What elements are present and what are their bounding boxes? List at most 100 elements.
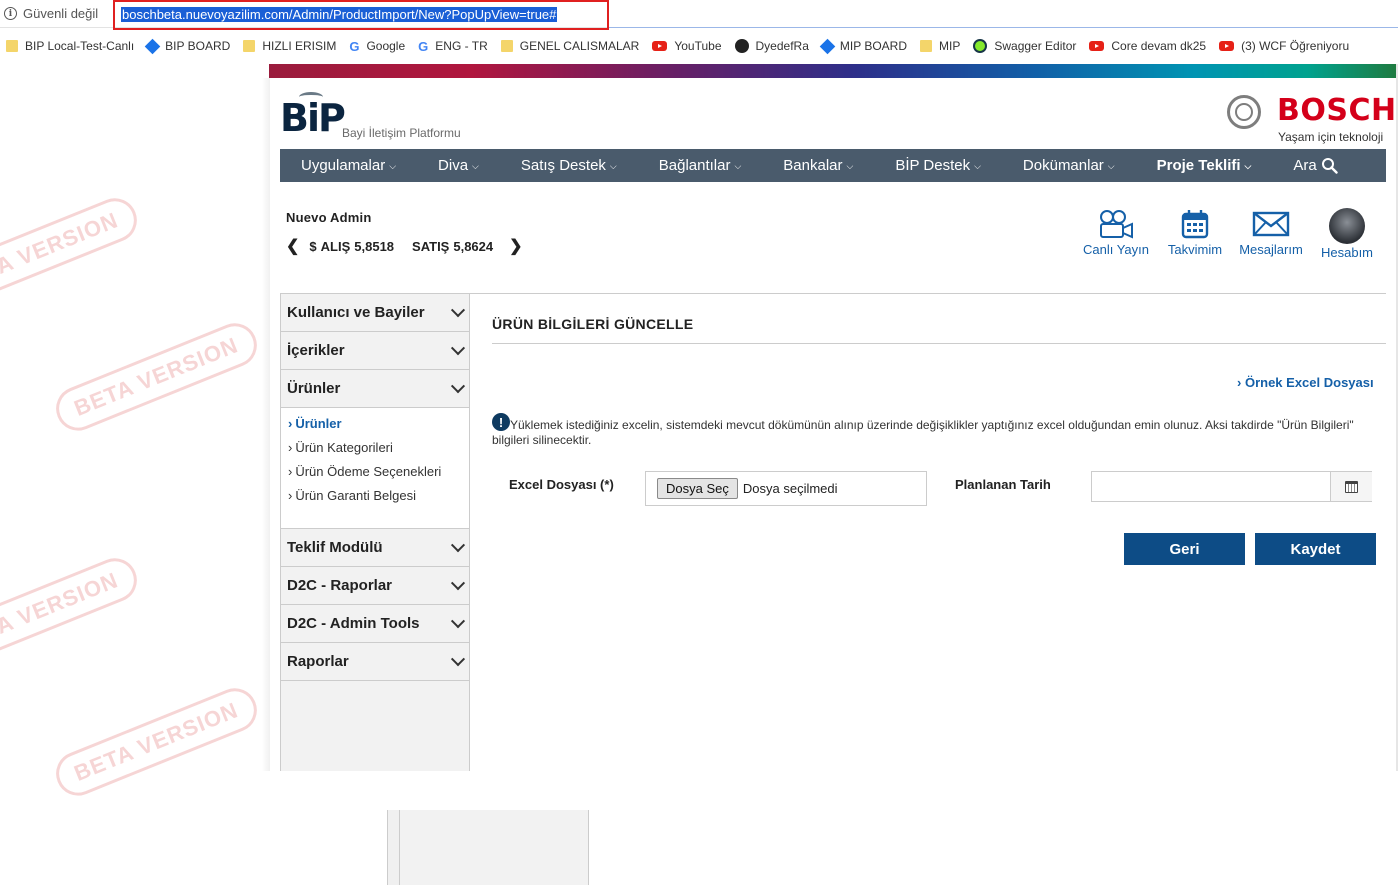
- envelope-icon: [1252, 211, 1290, 237]
- bip-logo[interactable]: BiP: [280, 96, 346, 140]
- sidebar-section-teklif-modulu[interactable]: Teklif Modülü: [281, 529, 469, 567]
- bookmark-item[interactable]: G Google: [343, 39, 412, 54]
- google-icon: G: [349, 38, 360, 54]
- bookmark-item[interactable]: YouTube: [646, 39, 728, 53]
- nav-label: Bağlantılar: [658, 157, 731, 174]
- beta-watermark: BETA VERSION: [0, 551, 144, 673]
- chevron-right-icon: ›: [288, 464, 293, 479]
- date-picker-button[interactable]: [1330, 472, 1372, 501]
- chevron-right-icon[interactable]: ❯: [509, 236, 522, 256]
- sell-label: SATIŞ: [412, 238, 450, 254]
- sidebar-section-label: D2C - Admin Tools: [287, 615, 420, 632]
- url-field[interactable]: boschbeta.nuevoyazilim.com/Admin/Product…: [113, 0, 609, 30]
- bookmark-item[interactable]: (3) WCF Öğreniyoru: [1213, 39, 1356, 53]
- github-icon: [734, 39, 749, 53]
- nav-item-baglantilar[interactable]: Bağlantılar ⌵: [638, 157, 763, 174]
- nav-item-satis-destek[interactable]: Satış Destek ⌵: [500, 157, 638, 174]
- exclamation-icon: !: [492, 413, 510, 431]
- back-button[interactable]: Geri: [1124, 533, 1245, 565]
- bosch-logo: BOSCH: [1277, 93, 1397, 128]
- nav-label: Satış Destek: [520, 157, 606, 174]
- chevron-down-icon: ⌵: [1244, 161, 1252, 171]
- sidebar-section-label: Teklif Modülü: [287, 539, 383, 556]
- messages-button[interactable]: Mesajlarım: [1237, 208, 1305, 257]
- bookmark-label: ENG - TR: [435, 39, 488, 53]
- chevron-left-icon[interactable]: ❮: [286, 236, 299, 256]
- account-button[interactable]: Hesabım: [1318, 208, 1376, 260]
- calendar-button[interactable]: Takvimim: [1166, 208, 1224, 257]
- sidebar-item-urun-kategorileri[interactable]: › Ürün Kategorileri: [288, 439, 469, 463]
- example-excel-link[interactable]: › Örnek Excel Dosyası: [1237, 375, 1374, 390]
- bookmark-label: GENEL CALISMALAR: [519, 39, 640, 53]
- video-camera-icon: [1100, 210, 1133, 239]
- bookmark-label: BIP BOARD: [165, 39, 231, 53]
- chevron-down-icon: [450, 537, 466, 552]
- bookmark-item[interactable]: DyedefRa: [729, 39, 816, 53]
- live-stream-button[interactable]: Canlı Yayın: [1082, 208, 1150, 257]
- chevron-right-icon: ›: [288, 440, 293, 455]
- chevron-down-icon: [450, 378, 466, 393]
- nav-label: Uygulamalar: [301, 157, 386, 174]
- sidebar-item-urun-odeme-secenekleri[interactable]: › Ürün Ödeme Seçenekleri: [288, 463, 469, 487]
- sidebar-item-urunler[interactable]: › Ürünler: [288, 415, 469, 439]
- beta-watermark: BETA VERSION: [49, 316, 264, 438]
- folder-icon: [500, 40, 513, 52]
- save-button[interactable]: Kaydet: [1255, 533, 1376, 565]
- youtube-icon: [652, 41, 668, 51]
- file-upload-field[interactable]: Dosya Seç Dosya seçilmedi: [645, 471, 927, 506]
- bookmark-item[interactable]: Core devam dk25: [1083, 39, 1213, 53]
- url-text[interactable]: boschbeta.nuevoyazilim.com/Admin/Product…: [121, 7, 558, 22]
- bookmark-item[interactable]: MIP BOARD: [816, 38, 914, 54]
- avatar: [1329, 208, 1365, 244]
- bookmark-label: (3) WCF Öğreniyoru: [1241, 39, 1350, 53]
- bookmark-item[interactable]: HIZLI ERISIM: [237, 39, 343, 53]
- chevron-down-icon: ⌵: [974, 161, 981, 171]
- sidebar-section-icerikler[interactable]: İçerikler: [281, 332, 469, 370]
- sidebar-overflow: [399, 810, 588, 885]
- nav-label: Bankalar: [783, 157, 843, 174]
- chevron-down-icon: [450, 302, 466, 317]
- security-indicator[interactable]: i Güvenli değil: [4, 6, 98, 21]
- nav-item-bip-destek[interactable]: BİP Destek ⌵: [874, 157, 1002, 174]
- nav-item-dokumanlar[interactable]: Dokümanlar ⌵: [1002, 157, 1136, 174]
- sidebar-section-d2c-admin-tools[interactable]: D2C - Admin Tools: [281, 605, 469, 643]
- bookmark-label: MIP: [939, 39, 961, 53]
- nav-item-uygulamalar[interactable]: Uygulamalar ⌵: [280, 157, 417, 174]
- sidebar-section-label: Ürünler: [287, 380, 341, 397]
- bookmark-item[interactable]: GENEL CALISMALAR: [495, 39, 647, 53]
- sidebar-section-label: Raporlar: [287, 653, 349, 670]
- nav-item-proje-teklifi[interactable]: Proje Teklifi ⌵: [1136, 157, 1273, 174]
- nav-item-ara[interactable]: Ara: [1272, 157, 1358, 174]
- sidebar-item-label: Ürün Kategorileri: [295, 440, 393, 455]
- diamond-icon: [819, 38, 836, 54]
- sidebar-section-urunler[interactable]: Ürünler: [281, 370, 469, 408]
- calendar-label: Takvimim: [1167, 242, 1223, 257]
- nav-item-diva[interactable]: Diva ⌵: [417, 157, 500, 174]
- sell-rate: 5,8624: [453, 238, 494, 254]
- chevron-down-icon: ⌵: [734, 161, 742, 171]
- bookmark-item[interactable]: Swagger Editor: [967, 39, 1083, 53]
- sidebar-section-kullanici-bayiler[interactable]: Kullanıcı ve Bayiler: [281, 294, 469, 332]
- chevron-right-icon: ›: [288, 488, 293, 503]
- beta-watermark: BETA VERSION: [49, 681, 264, 803]
- bookmarks-bar: BIP Local-Test-Canlı BIP BOARD HIZLI ERI…: [0, 32, 1398, 60]
- nav-item-bankalar[interactable]: Bankalar ⌵: [762, 157, 874, 174]
- bookmark-item[interactable]: G ENG - TR: [412, 39, 495, 54]
- choose-file-button[interactable]: Dosya Seç: [657, 478, 738, 499]
- bookmark-item[interactable]: BIP BOARD: [141, 38, 237, 54]
- bosch-tagline: Yaşam için teknoloji: [1278, 130, 1384, 144]
- bookmark-item[interactable]: BIP Local-Test-Canlı: [0, 39, 141, 53]
- nav-label: Proje Teklifi: [1156, 157, 1241, 174]
- page-title: ÜRÜN BİLGİLERİ GÜNCELLE: [492, 316, 694, 332]
- sidebar-item-urun-garanti-belgesi[interactable]: › Ürün Garanti Belgesi: [288, 487, 469, 511]
- bookmark-label: Swagger Editor: [994, 39, 1077, 53]
- bookmark-item[interactable]: MIP: [914, 39, 967, 53]
- main-nav: Uygulamalar ⌵ Diva ⌵ Satış Destek ⌵ Bağlant…: [280, 149, 1386, 182]
- sidebar-section-raporlar[interactable]: Raporlar: [281, 643, 469, 681]
- nav-label: BİP Destek: [895, 157, 971, 174]
- chevron-right-icon: ›: [1237, 375, 1242, 390]
- sidebar-item-label: Ürünler: [295, 416, 342, 431]
- planned-date-input[interactable]: [1092, 472, 1330, 501]
- sidebar-section-d2c-raporlar[interactable]: D2C - Raporlar: [281, 567, 469, 605]
- sidebar-item-label: Ürün Ödeme Seçenekleri: [295, 464, 442, 479]
